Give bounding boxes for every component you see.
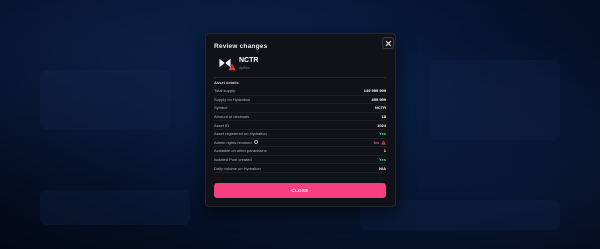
- detail-row-symbol: Symbol NCTR: [214, 104, 386, 113]
- detail-label: Supply on Hydration: [214, 96, 251, 102]
- detail-row-parachains: Available on other parachains 1: [214, 147, 386, 156]
- detail-label: Asset registered on Hydration: [214, 131, 267, 137]
- detail-value: No: [373, 139, 379, 145]
- detail-row-total-supply: Total supply 149 999 999: [214, 87, 386, 96]
- detail-row-isolated-pool: Isolated Pool created Yes: [214, 156, 386, 165]
- detail-value: 18: [381, 114, 386, 120]
- detail-value: 1: [383, 148, 386, 154]
- detail-value: 1024: [377, 122, 386, 128]
- detail-value: Yes: [379, 157, 386, 163]
- close-icon: [385, 40, 391, 46]
- asset-details-list: Total supply 149 999 999 Supply on Hydra…: [214, 87, 386, 173]
- detail-row-asset-id: Asset ID 1024: [214, 121, 386, 130]
- detail-row-admin-rights: Admin rights revoked i No: [214, 139, 386, 148]
- divider: [214, 77, 386, 78]
- detail-value: N/A: [379, 165, 386, 171]
- asset-name: Apillon: [239, 66, 250, 70]
- detail-row-registered: Asset registered on Hydration Yes: [214, 130, 386, 139]
- detail-label: Amount of decimals: [214, 114, 250, 120]
- close-modal-button[interactable]: [382, 37, 394, 49]
- detail-label: Symbol: [214, 105, 228, 111]
- detail-label: Available on other parachains: [214, 148, 267, 154]
- detail-label: Total supply: [214, 88, 236, 94]
- background-panel: [430, 60, 560, 140]
- background-panel: [40, 190, 190, 225]
- detail-value: Yes: [379, 131, 386, 137]
- detail-value: 149 999 999: [363, 88, 386, 94]
- detail-value: 499 999: [371, 96, 386, 102]
- warning-triangle-icon: [228, 63, 236, 71]
- info-icon[interactable]: i: [253, 140, 258, 145]
- warning-triangle-icon: [381, 140, 386, 145]
- detail-label: Admin rights revoked: [214, 139, 252, 145]
- detail-label: Daily volume on Hydration: [214, 165, 261, 171]
- asset-details-heading: Asset details: [214, 80, 239, 85]
- asset-header: NCTR Apillon: [214, 56, 386, 74]
- asset-symbol: NCTR: [239, 57, 259, 64]
- modal-title: Review changes: [214, 43, 268, 50]
- detail-value: NCTR: [374, 105, 386, 111]
- detail-row-supply-on-hydration: Supply on Hydration 499 999: [214, 96, 386, 105]
- close-button[interactable]: CLOSE: [214, 183, 386, 198]
- background-panel: [40, 70, 170, 130]
- detail-label: Isolated Pool created: [214, 157, 252, 163]
- detail-label-group: Admin rights revoked i: [214, 140, 258, 145]
- detail-value-group: No: [374, 140, 386, 145]
- detail-label: Asset ID: [214, 122, 230, 128]
- review-changes-modal: Review changes NCTR Apillon Asset detail…: [205, 33, 396, 207]
- detail-row-decimals: Amount of decimals 18: [214, 113, 386, 122]
- detail-row-daily-volume: Daily volume on Hydration N/A: [214, 164, 386, 173]
